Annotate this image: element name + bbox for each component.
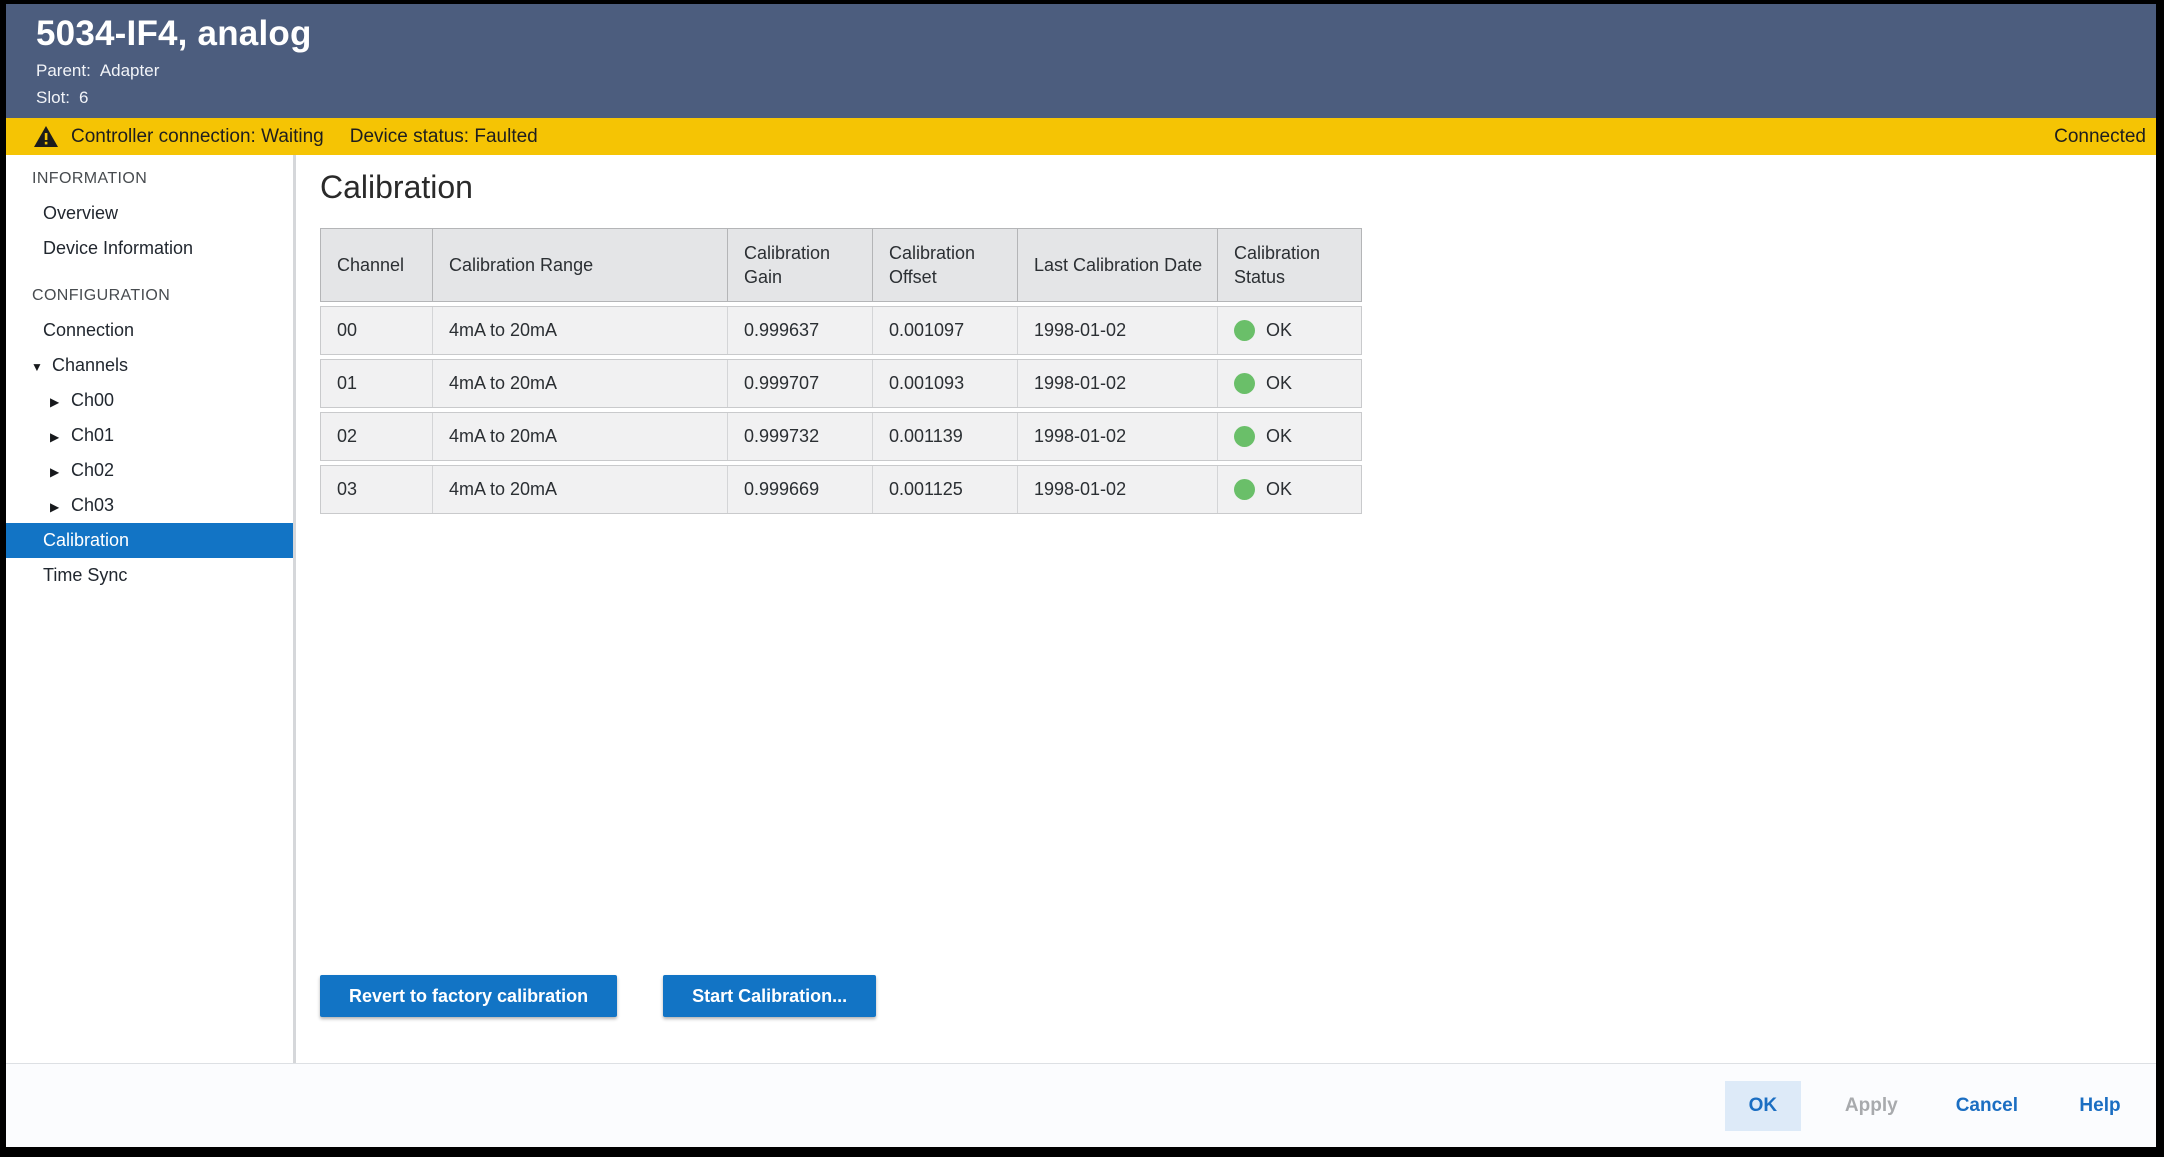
controller-connection-status: Controller connection: Waiting xyxy=(71,126,324,148)
calibration-page: Calibration Channel Calibration Range Ca… xyxy=(296,155,2156,1063)
slot-line: Slot: 6 xyxy=(36,88,2156,108)
sidebar-item-label: Ch02 xyxy=(71,460,114,480)
cell-status: OK xyxy=(1218,466,1361,513)
cancel-button[interactable]: Cancel xyxy=(1942,1081,2032,1131)
section-configuration: CONFIGURATION xyxy=(6,278,293,313)
dialog-footer: OK Apply Cancel Help xyxy=(6,1063,2156,1147)
status-ok-icon xyxy=(1234,320,1255,341)
cell-gain: 0.999732 xyxy=(728,413,873,460)
start-calibration-button[interactable]: Start Calibration... xyxy=(663,975,876,1017)
chevron-right-icon[interactable]: ▶ xyxy=(50,490,64,525)
parent-value: Adapter xyxy=(100,61,160,81)
sidebar-item-label: Calibration xyxy=(43,530,129,550)
titlebar: 5034-IF4, analog Parent: Adapter Slot: 6 xyxy=(6,4,2156,118)
cell-gain: 0.999669 xyxy=(728,466,873,513)
chevron-down-icon[interactable]: ▼ xyxy=(31,350,45,385)
cell-offset: 0.001093 xyxy=(873,360,1018,407)
cell-channel: 03 xyxy=(321,466,433,513)
sidebar-nav: INFORMATION Overview Device Information … xyxy=(6,155,296,1063)
cell-status: OK xyxy=(1218,360,1361,407)
status-ok-icon xyxy=(1234,373,1255,394)
sidebar-item-ch02[interactable]: ▶ Ch02 xyxy=(6,453,293,488)
parent-label: Parent: xyxy=(36,61,91,81)
cell-range: 4mA to 20mA xyxy=(433,360,728,407)
status-text: OK xyxy=(1266,373,1292,394)
status-text: OK xyxy=(1266,426,1292,447)
slot-value: 6 xyxy=(79,88,88,108)
cell-status: OK xyxy=(1218,307,1361,354)
sidebar-item-channels[interactable]: ▼ Channels xyxy=(6,348,293,383)
sidebar-item-ch01[interactable]: ▶ Ch01 xyxy=(6,418,293,453)
revert-to-factory-calibration-button[interactable]: Revert to factory calibration xyxy=(320,975,617,1017)
sidebar-item-ch00[interactable]: ▶ Ch00 xyxy=(6,383,293,418)
alert-bar: Controller connection: Waiting Device st… xyxy=(6,118,2156,155)
cell-channel: 02 xyxy=(321,413,433,460)
cell-range: 4mA to 20mA xyxy=(433,466,728,513)
sidebar-item-label: Channels xyxy=(52,355,128,375)
apply-button[interactable]: Apply xyxy=(1831,1081,1912,1131)
sidebar-item-connection[interactable]: Connection xyxy=(6,313,293,348)
cell-channel: 00 xyxy=(321,307,433,354)
column-header-last-calibration-date: Last Calibration Date xyxy=(1018,229,1218,301)
sidebar-item-label: Device Information xyxy=(43,238,193,258)
cell-range: 4mA to 20mA xyxy=(433,413,728,460)
table-row: 01 4mA to 20mA 0.999707 0.001093 1998-01… xyxy=(320,359,1362,408)
sidebar-item-label: Overview xyxy=(43,203,118,223)
column-header-calibration-status: Calibration Status xyxy=(1218,229,1361,301)
cell-gain: 0.999637 xyxy=(728,307,873,354)
cell-date: 1998-01-02 xyxy=(1018,466,1218,513)
table-row: 00 4mA to 20mA 0.999637 0.001097 1998-01… xyxy=(320,306,1362,355)
chevron-right-icon[interactable]: ▶ xyxy=(50,420,64,455)
slot-label: Slot: xyxy=(36,88,70,108)
cell-offset: 0.001125 xyxy=(873,466,1018,513)
column-header-calibration-gain: Calibration Gain xyxy=(728,229,873,301)
sidebar-item-ch03[interactable]: ▶ Ch03 xyxy=(6,488,293,523)
status-text: OK xyxy=(1266,320,1292,341)
cell-gain: 0.999707 xyxy=(728,360,873,407)
sidebar-item-calibration[interactable]: Calibration xyxy=(6,523,293,558)
calibration-actions: Revert to factory calibration Start Cali… xyxy=(320,975,876,1017)
chevron-right-icon[interactable]: ▶ xyxy=(50,455,64,490)
cell-offset: 0.001097 xyxy=(873,307,1018,354)
column-header-calibration-offset: Calibration Offset xyxy=(873,229,1018,301)
sidebar-item-label: Connection xyxy=(43,320,134,340)
cell-status: OK xyxy=(1218,413,1361,460)
ok-button[interactable]: OK xyxy=(1725,1081,1801,1131)
column-header-channel: Channel xyxy=(321,229,433,301)
status-ok-icon xyxy=(1234,426,1255,447)
sidebar-item-overview[interactable]: Overview xyxy=(6,196,293,231)
column-header-calibration-range: Calibration Range xyxy=(433,229,728,301)
chevron-right-icon[interactable]: ▶ xyxy=(50,385,64,420)
sidebar-item-time-sync[interactable]: Time Sync xyxy=(6,558,293,593)
table-row: 02 4mA to 20mA 0.999732 0.001139 1998-01… xyxy=(320,412,1362,461)
calibration-table: Channel Calibration Range Calibration Ga… xyxy=(320,228,1362,514)
table-row: 03 4mA to 20mA 0.999669 0.001125 1998-01… xyxy=(320,465,1362,514)
help-button[interactable]: Help xyxy=(2062,1081,2138,1131)
cell-date: 1998-01-02 xyxy=(1018,360,1218,407)
sidebar-item-label: Ch01 xyxy=(71,425,114,445)
cell-date: 1998-01-02 xyxy=(1018,307,1218,354)
table-header-row: Channel Calibration Range Calibration Ga… xyxy=(320,228,1362,302)
device-status: Device status: Faulted xyxy=(350,126,538,148)
status-ok-icon xyxy=(1234,479,1255,500)
sidebar-item-label: Ch00 xyxy=(71,390,114,410)
status-text: OK xyxy=(1266,479,1292,500)
cell-date: 1998-01-02 xyxy=(1018,413,1218,460)
section-information: INFORMATION xyxy=(6,161,293,196)
cell-channel: 01 xyxy=(321,360,433,407)
device-profile-window: 5034-IF4, analog Parent: Adapter Slot: 6… xyxy=(0,0,2164,1157)
sidebar-item-label: Time Sync xyxy=(43,565,127,585)
sidebar-item-device-information[interactable]: Device Information xyxy=(6,231,293,266)
page-title: Calibration xyxy=(320,169,2156,206)
device-title: 5034-IF4, analog xyxy=(36,14,2156,54)
connection-state-badge: Connected xyxy=(2054,126,2146,148)
sidebar-item-label: Ch03 xyxy=(71,495,114,515)
warning-triangle-icon xyxy=(34,126,58,147)
cell-offset: 0.001139 xyxy=(873,413,1018,460)
parent-line: Parent: Adapter xyxy=(36,61,2156,81)
cell-range: 4mA to 20mA xyxy=(433,307,728,354)
